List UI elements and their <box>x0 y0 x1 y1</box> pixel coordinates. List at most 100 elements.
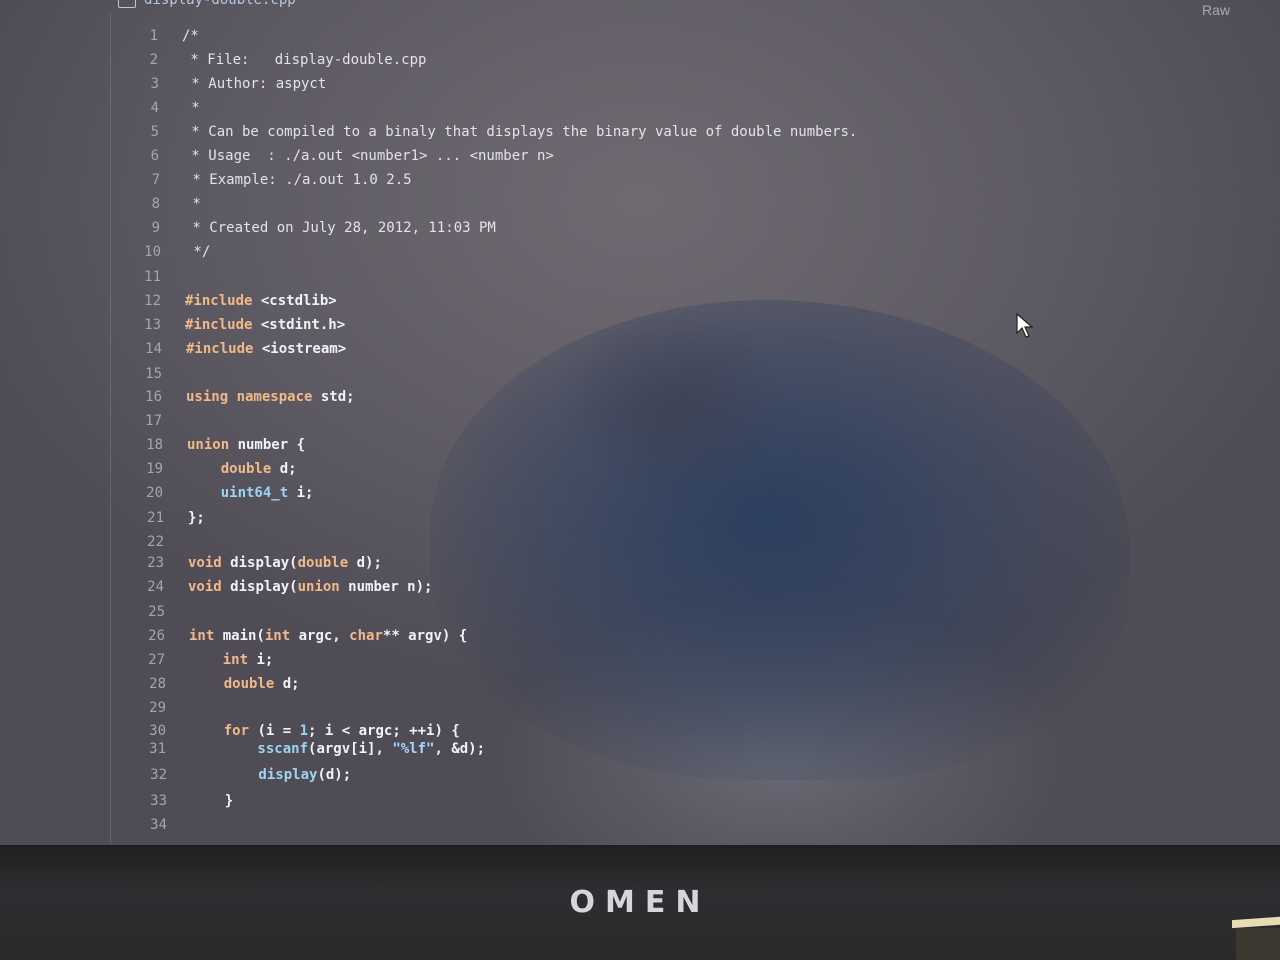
code-token: * File: display-double.cpp <box>182 52 427 68</box>
code-line: 17 <box>126 411 186 431</box>
code-token: */ <box>185 244 211 260</box>
code-text: * File: display-double.cpp <box>182 52 426 68</box>
line-number: 5 <box>150 124 159 140</box>
line-number: 16 <box>145 389 162 405</box>
code-token: d; <box>282 676 300 692</box>
line-number: 28 <box>149 676 166 692</box>
code-text: * Author: aspyct <box>183 76 326 92</box>
code-line: 13 #include <stdint.h> <box>125 315 345 335</box>
code-token: (argv[i], <box>308 741 393 757</box>
code-line: 32 display(d); <box>131 765 351 785</box>
code-text: double d; <box>187 461 297 477</box>
code-token: union <box>297 579 349 595</box>
code-token: * Created on July 28, 2012, 11:03 PM <box>184 220 496 236</box>
line-number: 7 <box>151 172 160 188</box>
code-token: int <box>189 628 223 644</box>
line-number: 24 <box>147 579 164 595</box>
code-token: #include <box>185 293 261 309</box>
code-line: 25 <box>129 602 189 622</box>
code-token: uint64_t <box>187 485 297 501</box>
code-token: * <box>184 196 201 212</box>
code-text: #include <stdint.h> <box>185 317 345 333</box>
code-token: int <box>189 652 257 668</box>
code-token: <stdint.h> <box>260 317 346 333</box>
code-token: , &d); <box>434 741 486 757</box>
code-token: display <box>191 767 318 783</box>
code-token: }; <box>188 510 205 526</box>
line-number: 2 <box>149 52 158 68</box>
line-number: 11 <box>144 269 161 285</box>
line-number: 3 <box>150 76 159 92</box>
code-token: number { <box>237 437 306 453</box>
code-text: uint64_t i; <box>187 485 314 501</box>
code-line: 29 <box>130 698 190 718</box>
code-token: ** argv) { <box>382 628 468 644</box>
code-token: double <box>187 461 280 477</box>
code-line: 14 #include <iostream> <box>126 339 346 359</box>
code-line: 18 union number { <box>127 435 305 455</box>
line-number: 8 <box>151 196 160 212</box>
code-token: <iostream> <box>261 341 347 357</box>
code-token: } <box>191 793 234 809</box>
desk-edge <box>1236 928 1280 960</box>
code-line: 23 void display(double d); <box>128 553 382 573</box>
code-token: * Usage : ./a.out <number1> ... <number … <box>183 148 554 164</box>
code-text: /* <box>182 28 199 44</box>
line-number: 13 <box>144 317 161 333</box>
code-token: char <box>349 628 383 644</box>
line-number: 4 <box>150 100 159 116</box>
code-line: 10 */ <box>125 242 210 262</box>
code-text: * <box>184 196 201 212</box>
code-text: * Can be compiled to a binaly that displ… <box>183 124 857 140</box>
code-token: display( <box>230 555 298 571</box>
code-token: /* <box>182 28 199 44</box>
code-token: i; <box>256 652 274 668</box>
code-token: d); <box>356 555 382 571</box>
code-line: 3 * Author: aspyct <box>123 74 327 94</box>
code-text: * Example: ./a.out 1.0 2.5 <box>184 172 412 188</box>
code-token: argc, <box>298 628 350 644</box>
code-token: i; <box>296 485 314 501</box>
code-text: }; <box>188 510 205 526</box>
code-token: void <box>188 579 231 595</box>
line-number: 30 <box>149 723 166 739</box>
code-token: * Example: ./a.out 1.0 2.5 <box>184 172 412 188</box>
code-text: * <box>183 100 200 116</box>
line-number: 12 <box>144 293 161 309</box>
line-number: 10 <box>144 244 161 260</box>
laptop-screen: display-double.cpp Raw 1/* 2 * File: disp… <box>0 0 1280 845</box>
code-token: double <box>190 676 283 692</box>
line-number: 22 <box>147 534 164 550</box>
code-token: int <box>264 628 299 644</box>
code-line: 8 * <box>124 194 201 214</box>
code-text: for (i = 1; i < argc; ++i) { <box>190 723 460 739</box>
code-token: number n); <box>348 579 433 595</box>
code-line: 12 #include <cstdlib> <box>125 291 337 311</box>
line-number: 27 <box>148 652 165 668</box>
code-line: 27 int i; <box>129 650 273 670</box>
code-token: #include <box>186 341 262 357</box>
code-token: * <box>183 100 200 116</box>
code-line: 20 uint64_t i; <box>127 483 313 503</box>
code-line: 9 * Created on July 28, 2012, 11:03 PM <box>124 218 496 238</box>
line-number: 15 <box>145 366 162 382</box>
code-token: main( <box>222 628 265 644</box>
code-token: void <box>188 555 231 571</box>
code-text: * Usage : ./a.out <number1> ... <number … <box>183 148 554 164</box>
code-token: std; <box>320 389 355 405</box>
code-token: (d); <box>317 767 352 783</box>
line-number: 26 <box>148 628 165 644</box>
line-number: 18 <box>146 437 163 453</box>
photo-of-laptop-screen: display-double.cpp Raw 1/* 2 * File: disp… <box>0 0 1280 960</box>
line-number: 19 <box>146 461 163 477</box>
code-token: using namespace <box>186 389 321 405</box>
code-text: using namespace std; <box>186 389 355 405</box>
code-text: } <box>191 793 233 809</box>
line-number: 21 <box>147 510 164 526</box>
code-line: 34 <box>131 815 191 835</box>
line-number: 33 <box>150 793 167 809</box>
line-number: 34 <box>150 817 167 833</box>
line-number: 25 <box>148 604 165 620</box>
code-token: sscanf <box>190 741 309 757</box>
code-text: sscanf(argv[i], "%lf", &d); <box>190 741 485 757</box>
